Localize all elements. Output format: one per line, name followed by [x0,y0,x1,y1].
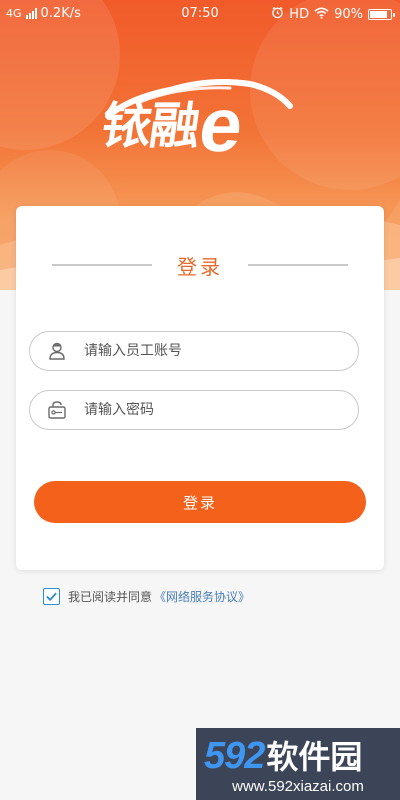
watermark-number: 592 [204,735,265,777]
service-agreement-link[interactable]: 《网络服务协议》 [154,588,250,605]
key-icon [46,399,68,421]
alarm-clock-icon [271,6,284,23]
username-input[interactable] [84,343,324,359]
hd-indicator: HD [289,7,310,22]
card-title: 登录 [177,254,223,279]
password-field[interactable] [29,390,359,430]
logo-text: 铱融 [97,97,203,155]
password-input[interactable] [84,402,324,418]
site-watermark: 592 软件园 www.592xiazai.com [196,728,400,800]
user-icon [46,340,68,362]
card-title-row: 登录 [52,250,348,280]
title-divider-right [248,264,348,266]
battery-percent: 90% [334,7,363,22]
wifi-icon [314,7,329,23]
login-button[interactable]: 登录 [34,481,366,523]
logo-e-letter: e [194,83,249,168]
agreement-checkbox[interactable] [43,588,60,605]
status-bar: 4G 0.2K/s 07:50 HD 90% [0,0,400,28]
login-card: 登录 登录 [16,206,384,570]
app-logo: 铱融 e [97,72,300,172]
title-divider-left [52,264,152,266]
battery-icon [368,9,395,20]
watermark-url: www.592xiazai.com [232,778,364,795]
checkmark-icon [46,592,57,602]
agreement-row: 我已阅读并同意 《网络服务协议》 [43,588,250,605]
username-field[interactable] [29,331,359,371]
agreement-text: 我已阅读并同意 [68,590,153,604]
watermark-brand: 软件园 [266,738,363,776]
